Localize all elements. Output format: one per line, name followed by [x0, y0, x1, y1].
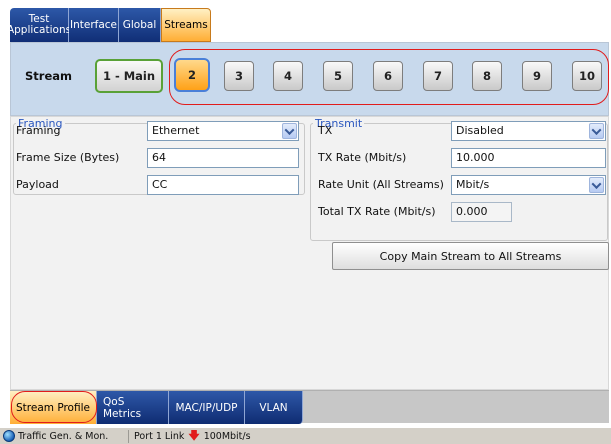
status-speed: 100Mbit/s — [203, 430, 251, 442]
status-app-label: Traffic Gen. & Mon. — [18, 430, 109, 442]
status-port-label: Port 1 Link — [134, 430, 185, 442]
rate-unit-select[interactable]: Mbit/s — [451, 175, 606, 195]
tab-stream-profile[interactable]: Stream Profile — [10, 391, 97, 424]
tab-vlan-label: VLAN — [259, 401, 288, 414]
framing-label: Framing — [16, 124, 61, 137]
bottom-tab-bar: Stream Profile QoS Metrics MAC/IP/UDP VL… — [10, 390, 609, 424]
rate-unit-label: Rate Unit (All Streams) — [318, 178, 444, 191]
tab-streams-label: Streams — [164, 18, 208, 31]
tx-rate-field[interactable]: 10.000 — [451, 148, 606, 168]
tab-test-applications[interactable]: Test Applications — [6, 8, 72, 42]
tab-interface-label: Interface — [70, 18, 118, 31]
tab-global-label: Global — [122, 18, 157, 31]
tx-label: TX — [318, 124, 333, 137]
copy-main-stream-button[interactable]: Copy Main Stream to All Streams — [332, 242, 609, 270]
status-app[interactable]: Traffic Gen. & Mon. — [3, 430, 108, 442]
red-down-arrow-icon: 🡇 — [188, 429, 200, 442]
stream-button-5[interactable]: 5 — [323, 61, 353, 91]
chevron-down-icon[interactable] — [282, 123, 297, 139]
stream-button-10[interactable]: 10 — [572, 61, 602, 91]
total-tx-rate-value: 0.000 — [456, 205, 488, 218]
payload-value: CC — [152, 178, 168, 191]
tx-rate-label: TX Rate (Mbit/s) — [318, 151, 407, 164]
tab-vlan[interactable]: VLAN — [245, 391, 303, 424]
tx-select[interactable]: Disabled — [451, 121, 606, 141]
tab-qos-metrics[interactable]: QoS Metrics — [97, 391, 169, 424]
frame-size-value: 64 — [152, 151, 166, 164]
stream-button-9[interactable]: 9 — [522, 61, 552, 91]
tab-streams[interactable]: Streams — [161, 8, 211, 42]
chevron-down-icon[interactable] — [589, 123, 604, 139]
stream-button-main[interactable]: 1 - Main — [95, 59, 163, 93]
rate-unit-value: Mbit/s — [456, 178, 490, 191]
status-port: Port 1 Link 🡇 100Mbit/s — [134, 430, 251, 442]
tab-mac-ip-udp-label: MAC/IP/UDP — [175, 401, 238, 414]
tx-value: Disabled — [456, 124, 504, 137]
framing-value: Ethernet — [152, 124, 200, 137]
tab-global[interactable]: Global — [119, 8, 161, 42]
tab-interface[interactable]: Interface — [69, 8, 119, 42]
stream-label: Stream — [25, 69, 72, 83]
tab-stream-profile-label: Stream Profile — [16, 401, 90, 414]
status-divider — [128, 430, 129, 443]
stream-selector-bar: Stream 1 - Main 2 3 4 5 6 7 8 9 10 — [10, 42, 609, 116]
stream-button-3[interactable]: 3 — [224, 61, 254, 91]
tx-rate-value: 10.000 — [456, 151, 495, 164]
stream-button-7[interactable]: 7 — [423, 61, 453, 91]
payload-field[interactable]: CC — [147, 175, 299, 195]
globe-icon — [3, 430, 15, 442]
stream-button-6[interactable]: 6 — [373, 61, 403, 91]
framing-select[interactable]: Ethernet — [147, 121, 299, 141]
stream-button-8[interactable]: 8 — [472, 61, 502, 91]
total-tx-rate-label: Total TX Rate (Mbit/s) — [318, 205, 436, 218]
tab-test-applications-label: Test Applications — [6, 13, 72, 36]
status-bar: Traffic Gen. & Mon. Port 1 Link 🡇 100Mbi… — [0, 427, 611, 444]
stream-profile-panel: Framing Framing Ethernet Frame Size (Byt… — [10, 116, 609, 390]
frame-size-label: Frame Size (Bytes) — [16, 151, 120, 164]
total-tx-rate-field: 0.000 — [451, 202, 512, 222]
stream-button-4[interactable]: 4 — [273, 61, 303, 91]
frame-size-field[interactable]: 64 — [147, 148, 299, 168]
stream-button-2[interactable]: 2 — [174, 58, 210, 92]
tab-mac-ip-udp[interactable]: MAC/IP/UDP — [169, 391, 245, 424]
chevron-down-icon[interactable] — [589, 177, 604, 193]
tab-qos-metrics-label: QoS Metrics — [103, 395, 142, 420]
top-tab-bar: Test Applications Interface Global Strea… — [6, 8, 211, 42]
payload-label: Payload — [16, 178, 59, 191]
